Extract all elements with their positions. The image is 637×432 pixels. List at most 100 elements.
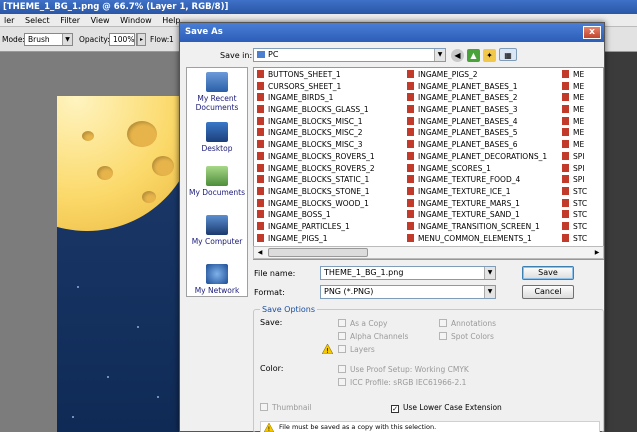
file-list-item[interactable]: INGAME_PLANET_DECORATIONS_1 xyxy=(404,151,554,163)
png-file-icon xyxy=(407,128,414,137)
png-file-icon xyxy=(407,186,414,195)
file-list-item[interactable]: INGAME_TEXTURE_MARS_1 xyxy=(404,198,554,210)
file-list-item[interactable]: ME xyxy=(559,116,603,128)
format-select[interactable]: PNG (*.PNG) ▼ xyxy=(320,285,496,299)
document-canvas[interactable] xyxy=(57,96,182,432)
file-name: BUTTONS_SHEET_1 xyxy=(268,70,341,79)
spot-colors-checkbox[interactable]: Spot Colors xyxy=(439,332,494,341)
icc-profile-checkbox[interactable]: ICC Profile: sRGB IEC61966-2.1 xyxy=(338,378,466,387)
file-list-item[interactable]: INGAME_BLOCKS_STATIC_1 xyxy=(254,174,404,186)
save-in-label: Save in: xyxy=(220,51,253,60)
file-list-item[interactable]: INGAME_TEXTURE_ICE_1 xyxy=(404,186,554,198)
menu-item-window[interactable]: Window xyxy=(116,14,156,27)
file-name: INGAME_BLOCKS_GLASS_1 xyxy=(268,105,369,115)
place-documents[interactable]: My Documents xyxy=(187,166,247,197)
file-list-item[interactable]: STC xyxy=(559,186,603,198)
file-list-item[interactable]: CURSORS_SHEET_1 xyxy=(254,81,404,93)
menu-item-select[interactable]: Select xyxy=(21,14,54,27)
file-list-item[interactable]: SPI xyxy=(559,151,603,163)
file-list-item[interactable]: INGAME_TEXTURE_SAND_1 xyxy=(404,209,554,221)
opacity-field[interactable]: 100% xyxy=(109,33,135,46)
file-list-item[interactable]: INGAME_BLOCKS_ROVERS_2 xyxy=(254,163,404,175)
opacity-dropdown[interactable]: ▸ xyxy=(136,33,146,46)
file-list-item[interactable]: INGAME_BLOCKS_ROVERS_1 xyxy=(254,151,404,163)
file-name: INGAME_PLANET_BASES_5 xyxy=(418,128,518,138)
alpha-channels-checkbox[interactable]: Alpha Channels xyxy=(338,332,408,341)
file-list-item[interactable]: ME xyxy=(559,81,603,93)
file-list-item[interactable]: INGAME_PIGS_2 xyxy=(404,69,554,81)
file-list-item[interactable]: INGAME_BIRDS_1 xyxy=(254,92,404,104)
scroll-left-icon[interactable]: ◀ xyxy=(254,247,266,258)
file-list-item[interactable]: INGAME_PIGS_1 xyxy=(254,233,404,245)
file-list-item[interactable]: ME xyxy=(559,92,603,104)
file-name: INGAME_PLANET_BASES_3 xyxy=(418,105,518,115)
up-folder-icon[interactable]: ▲ xyxy=(467,49,480,62)
file-list-item[interactable]: ME xyxy=(559,69,603,81)
file-list-item[interactable]: INGAME_PLANET_BASES_4 xyxy=(404,116,554,128)
file-list[interactable]: BUTTONS_SHEET_1 CURSORS_SHEET_1 INGAME_BIR… xyxy=(253,67,604,260)
as-copy-checkbox[interactable]: As a Copy xyxy=(338,319,387,328)
file-list-item[interactable]: INGAME_BLOCKS_MISC_1 xyxy=(254,116,404,128)
file-list-item[interactable]: INGAME_PLANET_BASES_3 xyxy=(404,104,554,116)
file-list-item[interactable]: INGAME_PLANET_BASES_6 xyxy=(404,139,554,151)
file-list-item[interactable]: INGAME_BLOCKS_GLASS_1 xyxy=(254,104,404,116)
file-list-item[interactable]: BUTTONS_SHEET_1 xyxy=(254,69,404,81)
cancel-button[interactable]: Cancel xyxy=(522,285,574,299)
chevron-down-icon: ▼ xyxy=(62,34,72,45)
png-file-icon xyxy=(562,70,569,78)
file-list-item[interactable]: SPI xyxy=(559,163,603,175)
scroll-thumb[interactable] xyxy=(268,248,368,257)
file-list-item[interactable]: STC xyxy=(559,198,603,210)
file-list-item[interactable]: INGAME_BLOCKS_MISC_3 xyxy=(254,139,404,151)
file-list-item[interactable]: ME xyxy=(559,127,603,139)
place-recent[interactable]: My Recent Documents xyxy=(187,72,247,112)
mode-select[interactable]: Brush ▼ xyxy=(24,33,73,46)
annotations-checkbox[interactable]: Annotations xyxy=(439,319,496,328)
file-list-item[interactable]: STC xyxy=(559,221,603,233)
png-file-icon xyxy=(562,210,569,219)
use-proof-checkbox[interactable]: Use Proof Setup: Working CMYK xyxy=(338,365,469,374)
save-button[interactable]: Save xyxy=(522,266,574,280)
thumbnail-checkbox[interactable]: Thumbnail xyxy=(260,403,312,412)
file-list-item[interactable]: INGAME_PLANET_BASES_2 xyxy=(404,92,554,104)
file-list-item[interactable]: INGAME_TEXTURE_FOOD_4 xyxy=(404,174,554,186)
menu-item-filter[interactable]: Filter xyxy=(56,14,84,27)
scroll-right-icon[interactable]: ▶ xyxy=(591,247,603,258)
png-file-icon xyxy=(257,210,264,219)
save-in-select[interactable]: PC ▼ xyxy=(253,48,446,62)
view-menu-icon[interactable]: ▦ xyxy=(499,48,517,61)
place-computer[interactable]: My Computer xyxy=(187,215,247,246)
place-network[interactable]: My Network xyxy=(187,264,247,295)
png-file-icon xyxy=(257,163,264,172)
file-list-item[interactable]: STC xyxy=(559,233,603,245)
file-list-item[interactable]: ME xyxy=(559,104,603,116)
file-list-item[interactable]: INGAME_SCORES_1 xyxy=(404,163,554,175)
back-icon[interactable]: ◀ xyxy=(451,49,464,62)
new-folder-icon[interactable]: ✦ xyxy=(483,49,496,62)
file-list-item[interactable]: INGAME_BLOCKS_MISC_2 xyxy=(254,127,404,139)
file-list-item[interactable]: INGAME_BOSS_1 xyxy=(254,209,404,221)
file-list-item[interactable]: ME xyxy=(559,139,603,151)
file-list-item[interactable]: INGAME_TRANSITION_SCREEN_1 xyxy=(404,221,554,233)
desktop-icon xyxy=(206,122,228,142)
file-list-item[interactable]: INGAME_PARTICLES_1 xyxy=(254,221,404,233)
file-list-item[interactable]: INGAME_BLOCKS_STONE_1 xyxy=(254,186,404,198)
menu-item-layer[interactable]: ler xyxy=(0,14,18,27)
filename-input[interactable]: THEME_1_BG_1.png ▼ xyxy=(320,266,496,280)
file-list-item[interactable]: INGAME_PLANET_BASES_1 xyxy=(404,81,554,93)
place-desktop[interactable]: Desktop xyxy=(187,122,247,153)
file-name: INGAME_PLANET_BASES_1 xyxy=(418,81,518,91)
file-list-item[interactable]: INGAME_BLOCKS_WOOD_1 xyxy=(254,198,404,210)
png-file-icon xyxy=(407,116,414,125)
place-documents-label: My Documents xyxy=(188,188,246,197)
lowercase-extension-checkbox[interactable]: ✓ Use Lower Case Extension xyxy=(391,403,502,413)
file-list-item[interactable]: MENU_COMMON_ELEMENTS_1 xyxy=(404,233,554,245)
horizontal-scrollbar[interactable]: ◀ ▶ xyxy=(253,246,604,259)
png-file-icon xyxy=(562,105,569,114)
close-button[interactable]: x xyxy=(583,26,601,39)
file-list-item[interactable]: INGAME_PLANET_BASES_5 xyxy=(404,127,554,139)
file-list-item[interactable]: SPI xyxy=(559,174,603,186)
menu-item-view[interactable]: View xyxy=(87,14,114,27)
layers-checkbox[interactable]: Layers xyxy=(338,345,375,354)
file-list-item[interactable]: STC xyxy=(559,209,603,221)
